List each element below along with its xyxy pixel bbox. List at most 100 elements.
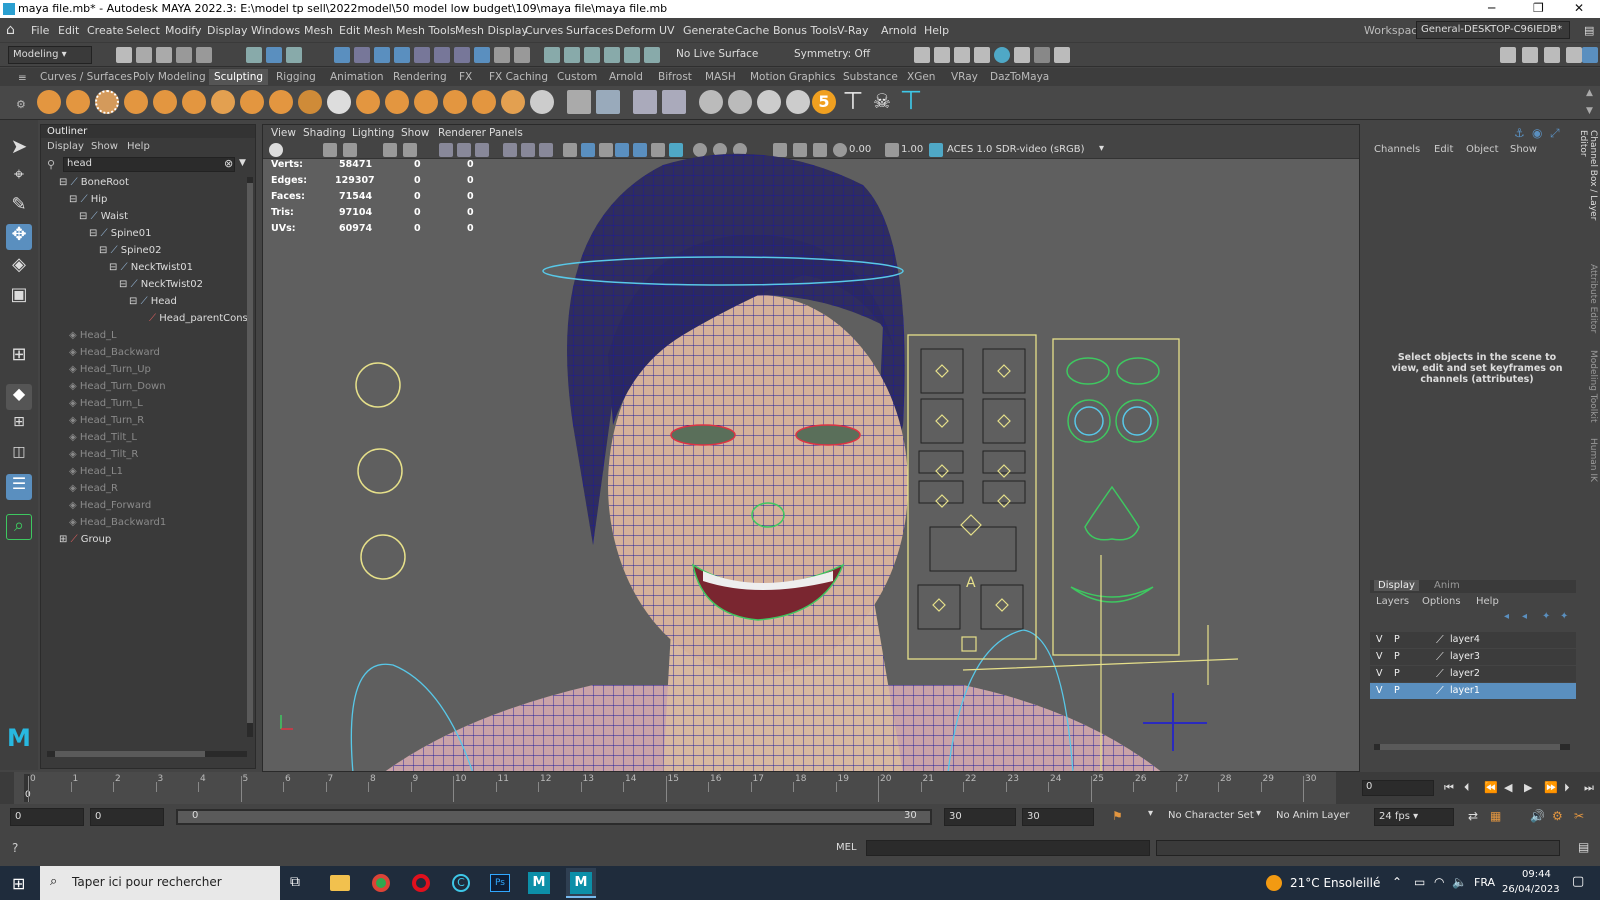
shelf-tab[interactable]: FX Caching [489, 71, 548, 83]
step-forward-icon[interactable]: ⏵ [1564, 781, 1570, 795]
smear-brush-icon[interactable] [443, 90, 467, 114]
scene-end-field[interactable]: 30 [1022, 808, 1094, 826]
layer-hscroll[interactable] [1374, 744, 1570, 750]
vp-menu-panels[interactable]: Panels [489, 127, 523, 139]
last-tool-icon[interactable]: ⊞ [6, 344, 32, 370]
render-settings-icon[interactable] [974, 47, 990, 63]
shelf-tab[interactable]: MASH [705, 71, 736, 83]
snap-curve-icon[interactable] [354, 47, 370, 63]
sculpt-brush-icon[interactable] [37, 90, 61, 114]
outliner-item[interactable]: ⊟ ⟋ Head [129, 294, 177, 310]
freeze-brush-icon[interactable] [530, 90, 554, 114]
sound-icon[interactable]: 🔊 [1530, 809, 1545, 823]
image-plane-icon[interactable] [343, 143, 357, 157]
fps-select[interactable]: 24 fps ▾ [1374, 808, 1454, 826]
outliner-item[interactable]: ◈ Head_Turn_R [69, 413, 144, 429]
script-language[interactable]: MEL [836, 842, 857, 853]
wax-brush-icon[interactable] [327, 90, 351, 114]
shelf-tab[interactable]: Animation [330, 71, 384, 83]
tool-settings-icon[interactable] [1566, 47, 1582, 63]
outliner-item[interactable]: ◈ Head_Turn_L [69, 396, 143, 412]
workspace-select[interactable]: General-DESKTOP-C96IEDB* [1416, 21, 1570, 39]
hypershade-icon[interactable] [994, 47, 1010, 63]
paint-select-icon[interactable] [564, 47, 580, 63]
grid-toggle-icon[interactable] [439, 143, 453, 157]
prefs-icon[interactable]: ⚙ [1552, 809, 1563, 823]
character-controls-icon[interactable] [1522, 47, 1538, 63]
shelf-tab[interactable]: Motion Graphics [750, 71, 835, 83]
blend-shape-icon[interactable] [633, 90, 657, 114]
shelf-tab[interactable]: FX [459, 71, 472, 83]
minimize-icon[interactable]: ─ [1488, 1, 1495, 15]
texture-deformer-icon[interactable] [728, 90, 752, 114]
channels-menu-channels[interactable]: Channels [1374, 144, 1420, 155]
input-ops-icon[interactable] [474, 47, 490, 63]
channels-menu-show[interactable]: Show [1510, 144, 1537, 155]
vp-menu-lighting[interactable]: Lighting [352, 127, 394, 139]
maya-taskbar-icon[interactable]: M [528, 872, 550, 894]
time-slider[interactable]: 0 01234567891011121314151617181920212223… [0, 772, 1600, 804]
menu-uv[interactable]: UV [659, 24, 675, 37]
shelf-tab[interactable]: DazToMaya [990, 71, 1049, 83]
shelf-tab[interactable]: Arnold [609, 71, 643, 83]
outliner-item[interactable]: ⊟ ⟋ Hip [69, 192, 107, 208]
play-forward-icon[interactable]: ▶ [1524, 781, 1532, 794]
restore-icon[interactable]: ❐ [1533, 1, 1544, 15]
grease-pencil-icon[interactable] [383, 143, 397, 157]
anti-aliasing-icon[interactable] [733, 143, 747, 157]
shape-editor-icon[interactable] [662, 90, 686, 114]
flatten-brush-icon[interactable] [182, 90, 206, 114]
layer-row[interactable]: V P ⟋ layer2 [1370, 666, 1576, 682]
select-object-icon[interactable] [266, 47, 282, 63]
menu-mesh[interactable]: Mesh [304, 24, 333, 37]
snap-view-icon[interactable] [394, 47, 410, 63]
outliner-item[interactable]: ⊟ ⟋ Spine02 [99, 243, 161, 259]
tpose-icon[interactable]: ⊤ [899, 88, 923, 114]
amplify-brush-icon[interactable] [501, 90, 525, 114]
skeleton-icon[interactable]: ⊤ [841, 89, 865, 114]
shelf-tab[interactable]: Bifrost [658, 71, 692, 83]
command-input[interactable] [866, 840, 1150, 856]
stamp-icon[interactable] [786, 90, 810, 114]
default-material-icon[interactable] [599, 143, 613, 157]
outliner-item[interactable]: ◈ Head_Tilt_L [69, 430, 137, 446]
shelf-tab[interactable]: Substance [843, 71, 898, 83]
resolution-gate-icon[interactable] [475, 143, 489, 157]
exposure-field[interactable]: 0.00 [849, 144, 871, 155]
vp-menu-view[interactable]: View [271, 127, 296, 139]
menu-deform[interactable]: Deform [615, 24, 656, 37]
select-component-icon[interactable] [286, 47, 302, 63]
menu-edit[interactable]: Edit [58, 24, 79, 37]
symmetry-label[interactable]: Symmetry: Off [794, 48, 870, 60]
layer-menu-help[interactable]: Help [1476, 596, 1499, 607]
menu-display[interactable]: Display [207, 24, 248, 37]
side-tab-modeling-toolkit[interactable]: Modeling Toolkit [1584, 350, 1598, 426]
side-tab-human-ik[interactable]: Human IK [1584, 438, 1598, 488]
pause-render-icon[interactable] [1054, 47, 1070, 63]
snap-grid-icon[interactable] [334, 47, 350, 63]
layer-playback-toggle[interactable]: P [1394, 685, 1400, 696]
menu-cache[interactable]: Cache [735, 24, 769, 37]
range-bar-thumb[interactable] [178, 811, 930, 823]
outliner-item[interactable]: ⊞ ⟋ Group [59, 532, 111, 548]
new-layer-icon[interactable]: ✦ [1542, 611, 1550, 622]
auto-key-icon[interactable]: ⚑ [1112, 809, 1123, 823]
shadows-icon[interactable] [669, 143, 683, 157]
filter-icon[interactable]: ⚲ [47, 158, 55, 171]
playback-start-field[interactable]: 0 [90, 808, 164, 826]
select-hierarchy-icon[interactable] [246, 47, 262, 63]
wifi-icon[interactable]: ◠ [1434, 875, 1444, 889]
knife-brush-icon[interactable] [414, 90, 438, 114]
gamma-icon[interactable] [885, 143, 899, 157]
clock-time[interactable]: 09:44 [1522, 869, 1551, 880]
outliner-item[interactable]: ◈ Head_L1 [69, 464, 123, 480]
magnet-icon[interactable] [584, 47, 600, 63]
render-sequence-icon[interactable] [934, 47, 950, 63]
relax-brush-icon[interactable] [95, 90, 119, 114]
search-options-icon[interactable]: ▼ [239, 158, 246, 168]
shelf-scroll-up-icon[interactable]: ▲ [1586, 88, 1593, 98]
script-editor-icon[interactable]: ▤ [1578, 840, 1589, 854]
move-tool-icon[interactable]: ✥ [6, 224, 32, 250]
character-set-dropdown-icon[interactable]: ▾ [1148, 808, 1153, 819]
outliner-item[interactable]: ◈ Head_R [69, 481, 118, 497]
